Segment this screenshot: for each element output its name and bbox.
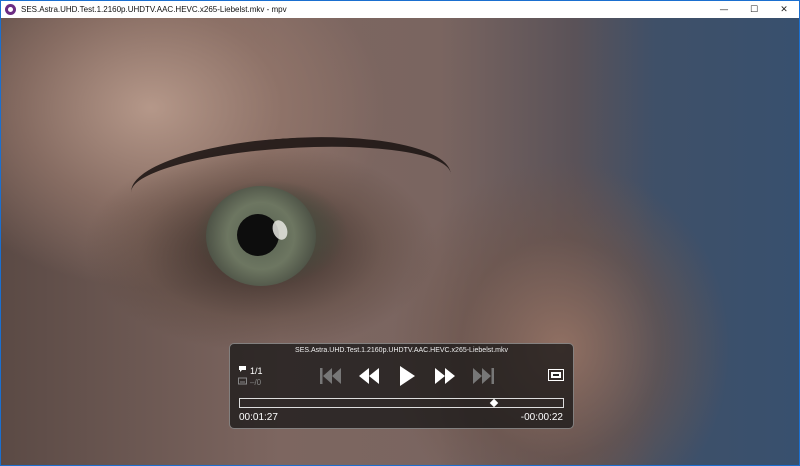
title-bar[interactable]: SES.Astra.UHD.Test.1.2160p.UHDTV.AAC.HEV… — [1, 1, 799, 18]
minimize-button[interactable]: — — [709, 1, 739, 18]
play-icon — [400, 366, 415, 386]
osc-filename: SES.Astra.UHD.Test.1.2160p.UHDTV.AAC.HEV… — [295, 347, 508, 354]
seek-handle[interactable] — [489, 398, 499, 408]
fullscreen-button[interactable] — [548, 368, 564, 381]
rewind-icon — [359, 368, 379, 384]
time-remaining[interactable]: -00:00:22 — [521, 412, 563, 423]
skip-next-button[interactable] — [464, 363, 502, 389]
video-pupil — [237, 214, 279, 256]
audio-track-button[interactable]: 1/1 — [238, 365, 263, 377]
track-info: 1/1 –/0 — [238, 365, 263, 389]
fast-forward-button[interactable] — [426, 363, 464, 389]
skip-previous-icon — [320, 368, 341, 384]
window-controls: — ☐ ✕ — [709, 1, 799, 18]
mpv-window: SES.Astra.UHD.Test.1.2160p.UHDTV.AAC.HEV… — [0, 0, 800, 466]
mpv-app-icon[interactable] — [5, 4, 16, 15]
maximize-button[interactable]: ☐ — [739, 1, 769, 18]
play-button[interactable] — [388, 363, 426, 389]
on-screen-controller: SES.Astra.UHD.Test.1.2160p.UHDTV.AAC.HEV… — [229, 343, 574, 429]
skip-previous-button[interactable] — [312, 363, 350, 389]
subtitle-icon — [238, 377, 247, 389]
playback-controls — [312, 363, 502, 389]
seek-bar[interactable] — [239, 398, 564, 408]
subtitle-track-label: –/0 — [250, 378, 262, 387]
audio-track-label: 1/1 — [250, 366, 263, 376]
time-elapsed[interactable]: 00:01:27 — [239, 412, 278, 423]
skip-next-icon — [473, 368, 494, 384]
close-button[interactable]: ✕ — [769, 1, 799, 18]
fullscreen-icon — [548, 369, 564, 381]
subtitle-track-button[interactable]: –/0 — [238, 377, 263, 389]
speech-bubble-icon — [238, 365, 247, 377]
rewind-button[interactable] — [350, 363, 388, 389]
fast-forward-icon — [435, 368, 455, 384]
window-title: SES.Astra.UHD.Test.1.2160p.UHDTV.AAC.HEV… — [21, 5, 287, 14]
